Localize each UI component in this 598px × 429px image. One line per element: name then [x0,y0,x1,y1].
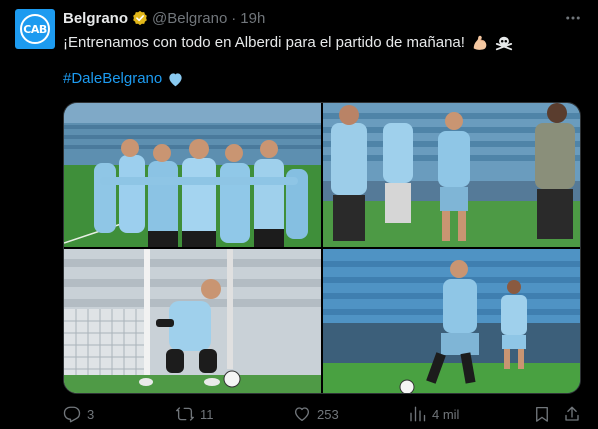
photo-player-dribbling[interactable] [323,249,580,393]
post-actions: 3 11 253 4 mil [63,404,581,424]
reply-count: 3 [87,406,95,422]
repost-count: 11 [200,406,214,422]
reply-button[interactable]: 3 [63,404,94,424]
share-button[interactable] [563,404,581,424]
views-chart-icon [410,406,426,422]
light-blue-heart-icon [169,72,182,86]
bookmark-button[interactable] [533,404,551,424]
flexed-biceps-icon [473,35,487,50]
header-separator: · [231,9,237,27]
heart-icon [294,407,310,422]
verified-badge-icon[interactable] [132,10,148,26]
post-text: ¡Entrenamos con todo en Alberdi para el … [63,33,513,53]
author-name[interactable]: Belgrano [63,10,128,27]
post-header: Belgrano @Belgrano · 19h [63,9,265,27]
share-icon [565,406,579,421]
photo-goalkeeper[interactable] [64,249,321,393]
views-button[interactable]: 4 mil [408,404,459,424]
repost-icon [176,407,194,421]
more-options-icon[interactable] [563,8,583,28]
author-handle[interactable]: @Belgrano [152,10,227,27]
post-timestamp[interactable]: 19h [240,10,265,27]
repost-button[interactable]: 11 [176,404,214,424]
photo-team-huddle[interactable] [64,103,321,247]
like-count: 253 [317,406,339,422]
bookmark-icon [536,406,548,422]
hashtag-link[interactable]: #DaleBelgrano [63,69,162,89]
avatar[interactable]: CAB [15,9,55,49]
media-grid [63,102,581,394]
skull-and-crossbones-icon [495,36,513,51]
hashtag-line: #DaleBelgrano [63,69,184,89]
reply-icon [63,406,81,423]
post-text-body: ¡Entrenamos con todo en Alberdi para el … [63,34,465,51]
club-crest-icon: CAB [20,14,50,44]
avatar-crest-text: CAB [23,22,47,36]
photo-players-standing[interactable] [323,103,580,247]
views-count: 4 mil [432,406,460,422]
like-button[interactable]: 253 [293,404,339,424]
